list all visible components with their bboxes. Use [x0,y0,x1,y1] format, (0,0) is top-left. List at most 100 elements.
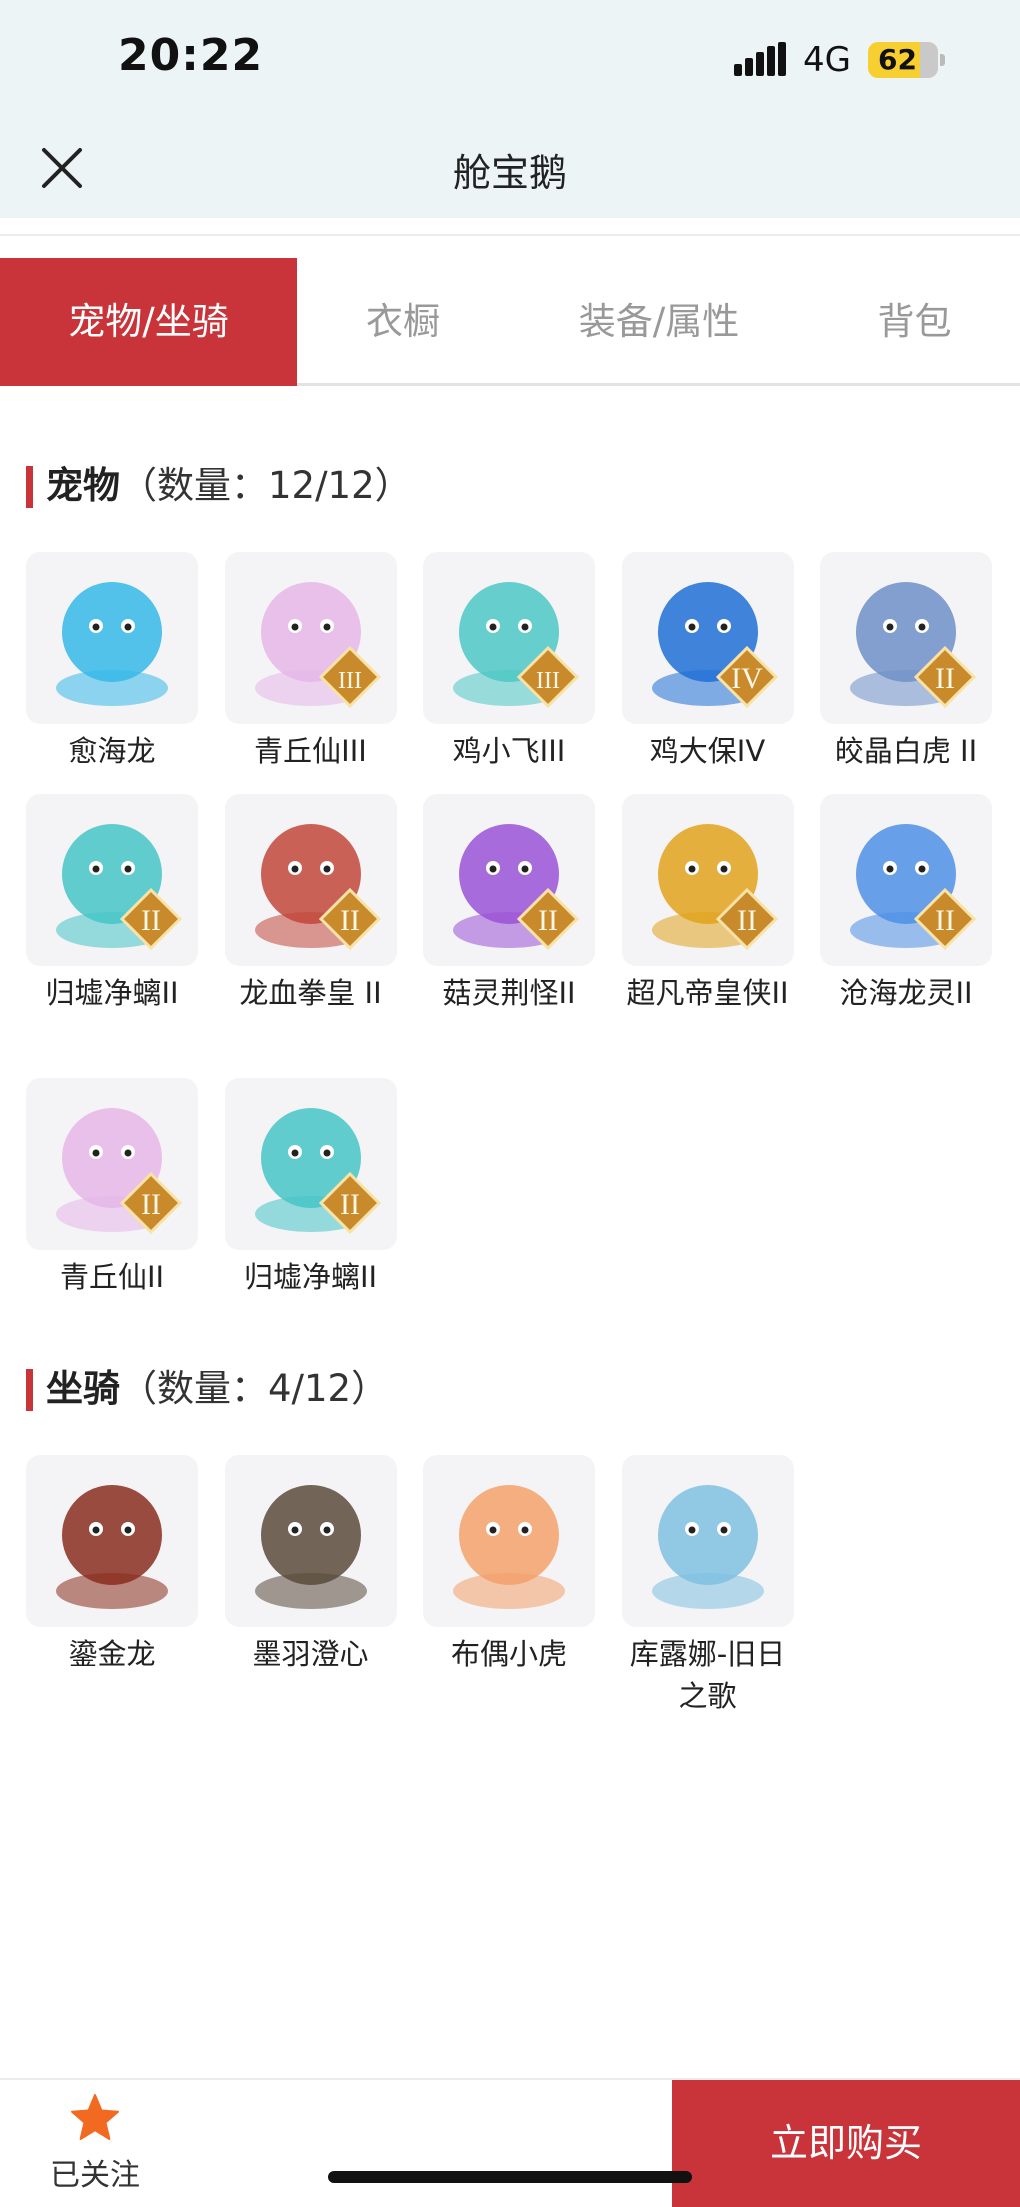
item-name: 菇灵荆怪II [442,976,576,1010]
pets-section-title: 宠物（数量：12/12） [26,464,412,508]
item-image [651,1485,764,1609]
item-name: 青丘仙II [59,1260,165,1294]
item-card[interactable]: II 龙血拳皇 II [224,794,397,1014]
item-name: 鎏金龙 [68,1637,156,1671]
tab-equipment[interactable]: 装备/属性 [509,258,809,386]
rank-badge-icon: II [318,1172,381,1234]
item-name: 库露娜-旧日之歌 [629,1637,786,1713]
item-thumbnail: II [224,794,397,966]
mounts-section-title: 坐骑（数量：4/12） [26,1367,388,1411]
item-card[interactable]: II 归墟净螭II [26,794,198,1014]
item-card[interactable]: III 青丘仙III [224,552,397,772]
item-card[interactable]: II 归墟净螭II [224,1078,397,1298]
item-name: 超凡帝皇侠II [626,976,789,1010]
page-title: 舱宝鹅 [452,151,567,195]
item-name: 沧海龙灵II [839,976,973,1010]
rank-badge-text: III [338,668,362,694]
item-thumbnail: II [423,794,595,966]
item-card[interactable]: II 菇灵荆怪II [423,794,595,1014]
mounts-title: 坐骑 [46,1367,120,1410]
status-bar: 20:22 4G 62 [0,0,1020,120]
item-thumbnail: III [423,552,595,724]
item-thumbnail: II [26,1078,198,1250]
rank-badge-icon: II [120,888,182,950]
signal-icon [734,42,786,76]
item-card[interactable]: IV 鸡大保IV [621,552,794,772]
item-card[interactable]: II 超凡帝皇侠II [621,794,794,1014]
item-name: 龙血拳皇 II [239,976,382,1010]
item-thumbnail: II [820,794,992,966]
item-card[interactable]: 鎏金龙 [26,1455,198,1675]
tab-pets-mounts[interactable]: 宠物/坐骑 [0,258,297,386]
bottom-bar: 已关注 立即购买 [0,2078,1020,2207]
network-type: 4G [803,40,851,80]
item-card[interactable]: II 沧海龙灵II [820,794,992,1014]
rank-badge-text: II [141,1188,161,1221]
item-card[interactable]: 愈海龙 [26,552,198,772]
rank-badge-icon: II [914,888,976,950]
home-indicator [328,2171,692,2183]
rank-badge-text: II [737,904,757,937]
item-name: 青丘仙III [254,734,367,768]
rank-badge-icon: II [715,888,778,950]
rank-badge-text: III [536,668,560,694]
item-thumbnail: II [224,1078,397,1250]
pets-title: 宠物 [46,464,120,507]
item-name: 布偶小虎 [450,1637,567,1671]
rank-badge-icon: II [517,888,579,950]
item-image [56,1485,168,1609]
rank-badge-icon: III [318,646,381,708]
item-card[interactable]: 墨羽澄心 [224,1455,397,1675]
rank-badge-text: II [340,904,360,937]
rank-badge-text: II [935,662,955,695]
rank-badge-icon: III [517,646,579,708]
battery-tip [940,54,945,66]
rank-badge-icon: II [120,1172,182,1234]
item-image [254,1485,367,1609]
item-name: 鸡大保IV [649,734,766,768]
pets-count: （数量：12/12） [120,464,412,507]
item-thumbnail [224,1455,397,1627]
nav-bar: 舱宝鹅 [0,120,1020,218]
item-name: 皎晶白虎 II [834,734,978,768]
rank-badge-text: II [935,904,955,937]
item-name: 归墟净螭II [45,976,179,1010]
tab-wardrobe[interactable]: 衣橱 [297,258,509,386]
rank-badge-icon: II [318,888,381,950]
status-time: 20:22 [118,30,264,81]
battery-icon: 62 [868,42,938,78]
item-card[interactable]: 库露娜-旧日之歌 [621,1455,794,1717]
tab-backpack[interactable]: 背包 [809,258,1020,386]
item-thumbnail [26,552,198,724]
item-thumbnail: IV [621,552,794,724]
rank-badge-text: II [538,904,558,937]
rank-badge-icon: II [914,646,976,708]
item-thumbnail [621,1455,794,1627]
item-image [453,1485,565,1609]
item-thumbnail: II [26,794,198,966]
item-name: 愈海龙 [68,734,156,768]
item-thumbnail: II [820,552,992,724]
item-thumbnail [26,1455,198,1627]
rank-badge-text: II [340,1188,360,1221]
item-card[interactable]: II 青丘仙II [26,1078,198,1298]
item-name: 鸡小飞III [452,734,566,768]
buy-now-button[interactable]: 立即购买 [672,2080,1020,2207]
item-image [56,582,168,706]
item-name: 墨羽澄心 [252,1637,369,1671]
mounts-count: （数量：4/12） [120,1367,389,1410]
item-name: 归墟净螭II [243,1260,378,1294]
tab-bar: 宠物/坐骑 衣橱 装备/属性 背包 [0,258,1020,386]
star-icon [71,2094,119,2140]
follow-label: 已关注 [50,2158,140,2193]
item-thumbnail [423,1455,595,1627]
rank-badge-text: IV [731,662,763,695]
item-thumbnail: II [621,794,794,966]
divider [0,218,1020,236]
follow-button[interactable]: 已关注 [40,2092,150,2194]
rank-badge-text: II [141,904,161,937]
battery-level: 62 [878,43,917,76]
item-card[interactable]: II 皎晶白虎 II [820,552,992,772]
item-card[interactable]: 布偶小虎 [423,1455,595,1675]
item-card[interactable]: III 鸡小飞III [423,552,595,772]
